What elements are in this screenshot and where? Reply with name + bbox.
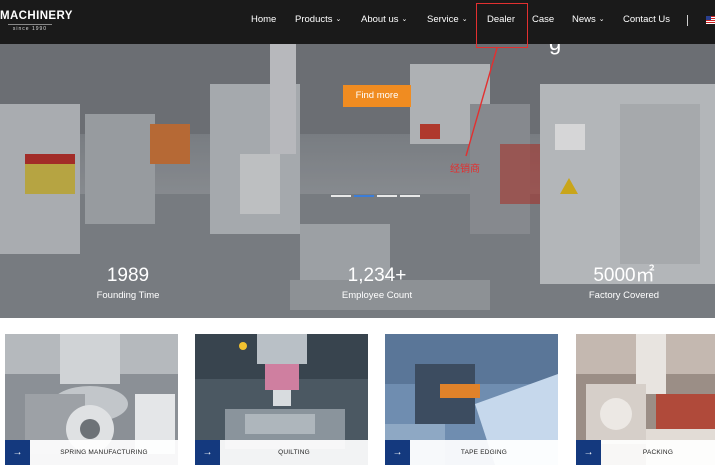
nav-contact-us-label: Contact Us — [623, 14, 670, 25]
stat-founding: 1989 Founding Time — [78, 265, 178, 302]
slider-dot-1[interactable] — [331, 195, 351, 197]
nav-news-label: News — [572, 14, 596, 25]
slider-dot-3[interactable] — [377, 195, 397, 197]
stat-founding-label: Founding Time — [96, 290, 160, 301]
nav-service[interactable]: Service ⌄ — [427, 14, 468, 26]
annotation-label: 经销商 — [450, 164, 480, 175]
arrow-right-icon[interactable]: → — [576, 440, 601, 465]
main-nav: Home Products ⌄ About us ⌄ Service ⌄ Dealer… — [0, 0, 715, 44]
nav-case[interactable]: Case — [532, 14, 554, 26]
stat-factory-label: Factory Covered — [588, 290, 660, 301]
chevron-down-icon: ⌄ — [335, 16, 342, 23]
card-caption: TAPE EDGING — [460, 449, 508, 456]
slider-dot-2[interactable] — [354, 195, 374, 197]
site-header: MACHINERY since 1990 Home Products ⌄ Abou… — [0, 0, 715, 44]
stat-factory-number: 5000㎡ — [593, 265, 655, 286]
stat-employees-label: Employee Count — [341, 290, 413, 301]
slider-dot-4[interactable] — [400, 195, 420, 197]
us-flag-icon[interactable] — [706, 16, 715, 24]
dealer-highlight-box — [476, 3, 528, 48]
nav-home[interactable]: Home — [251, 14, 276, 26]
arrow-right-icon[interactable]: → — [5, 440, 30, 465]
nav-service-label: Service — [427, 14, 459, 25]
stat-employees: 1,234+ Employee Count — [327, 265, 427, 302]
chevron-down-icon: ⌄ — [598, 16, 605, 23]
nav-case-label: Case — [532, 14, 555, 25]
hero-banner: g Find more 经销商 1989 Founding Time 1,234… — [0, 44, 715, 318]
arrow-right-icon[interactable]: → — [385, 440, 410, 465]
stat-founding-number: 1989 — [106, 265, 150, 286]
card-quilting[interactable]: → QUILTING — [195, 334, 368, 465]
nav-home-label: Home — [251, 14, 277, 25]
stat-factory: 5000㎡ Factory Covered — [573, 265, 675, 302]
card-tape-edging[interactable]: → TAPE EDGING — [385, 334, 558, 465]
chevron-down-icon: ⌄ — [401, 16, 408, 23]
card-caption: PACKING — [642, 449, 674, 456]
card-caption: SPRING MANUFACTURING — [60, 449, 148, 456]
card-caption: QUILTING — [278, 449, 310, 456]
arrow-right-icon[interactable]: → — [195, 440, 220, 465]
chevron-down-icon: ⌄ — [461, 16, 468, 23]
nav-products-label: Products — [295, 14, 333, 25]
nav-about-us[interactable]: About us ⌄ — [361, 14, 407, 26]
card-packing[interactable]: → PACKING — [576, 334, 715, 465]
nav-about-us-label: About us — [361, 14, 399, 25]
nav-contact-us[interactable]: Contact Us — [623, 14, 670, 26]
nav-products[interactable]: Products ⌄ — [295, 14, 341, 26]
nav-news[interactable]: News ⌄ — [572, 14, 605, 26]
nav-divider — [687, 15, 688, 26]
card-spring-manufacturing[interactable]: → SPRING MANUFACTURING — [5, 334, 178, 465]
stat-employees-number: 1,234+ — [347, 265, 407, 286]
